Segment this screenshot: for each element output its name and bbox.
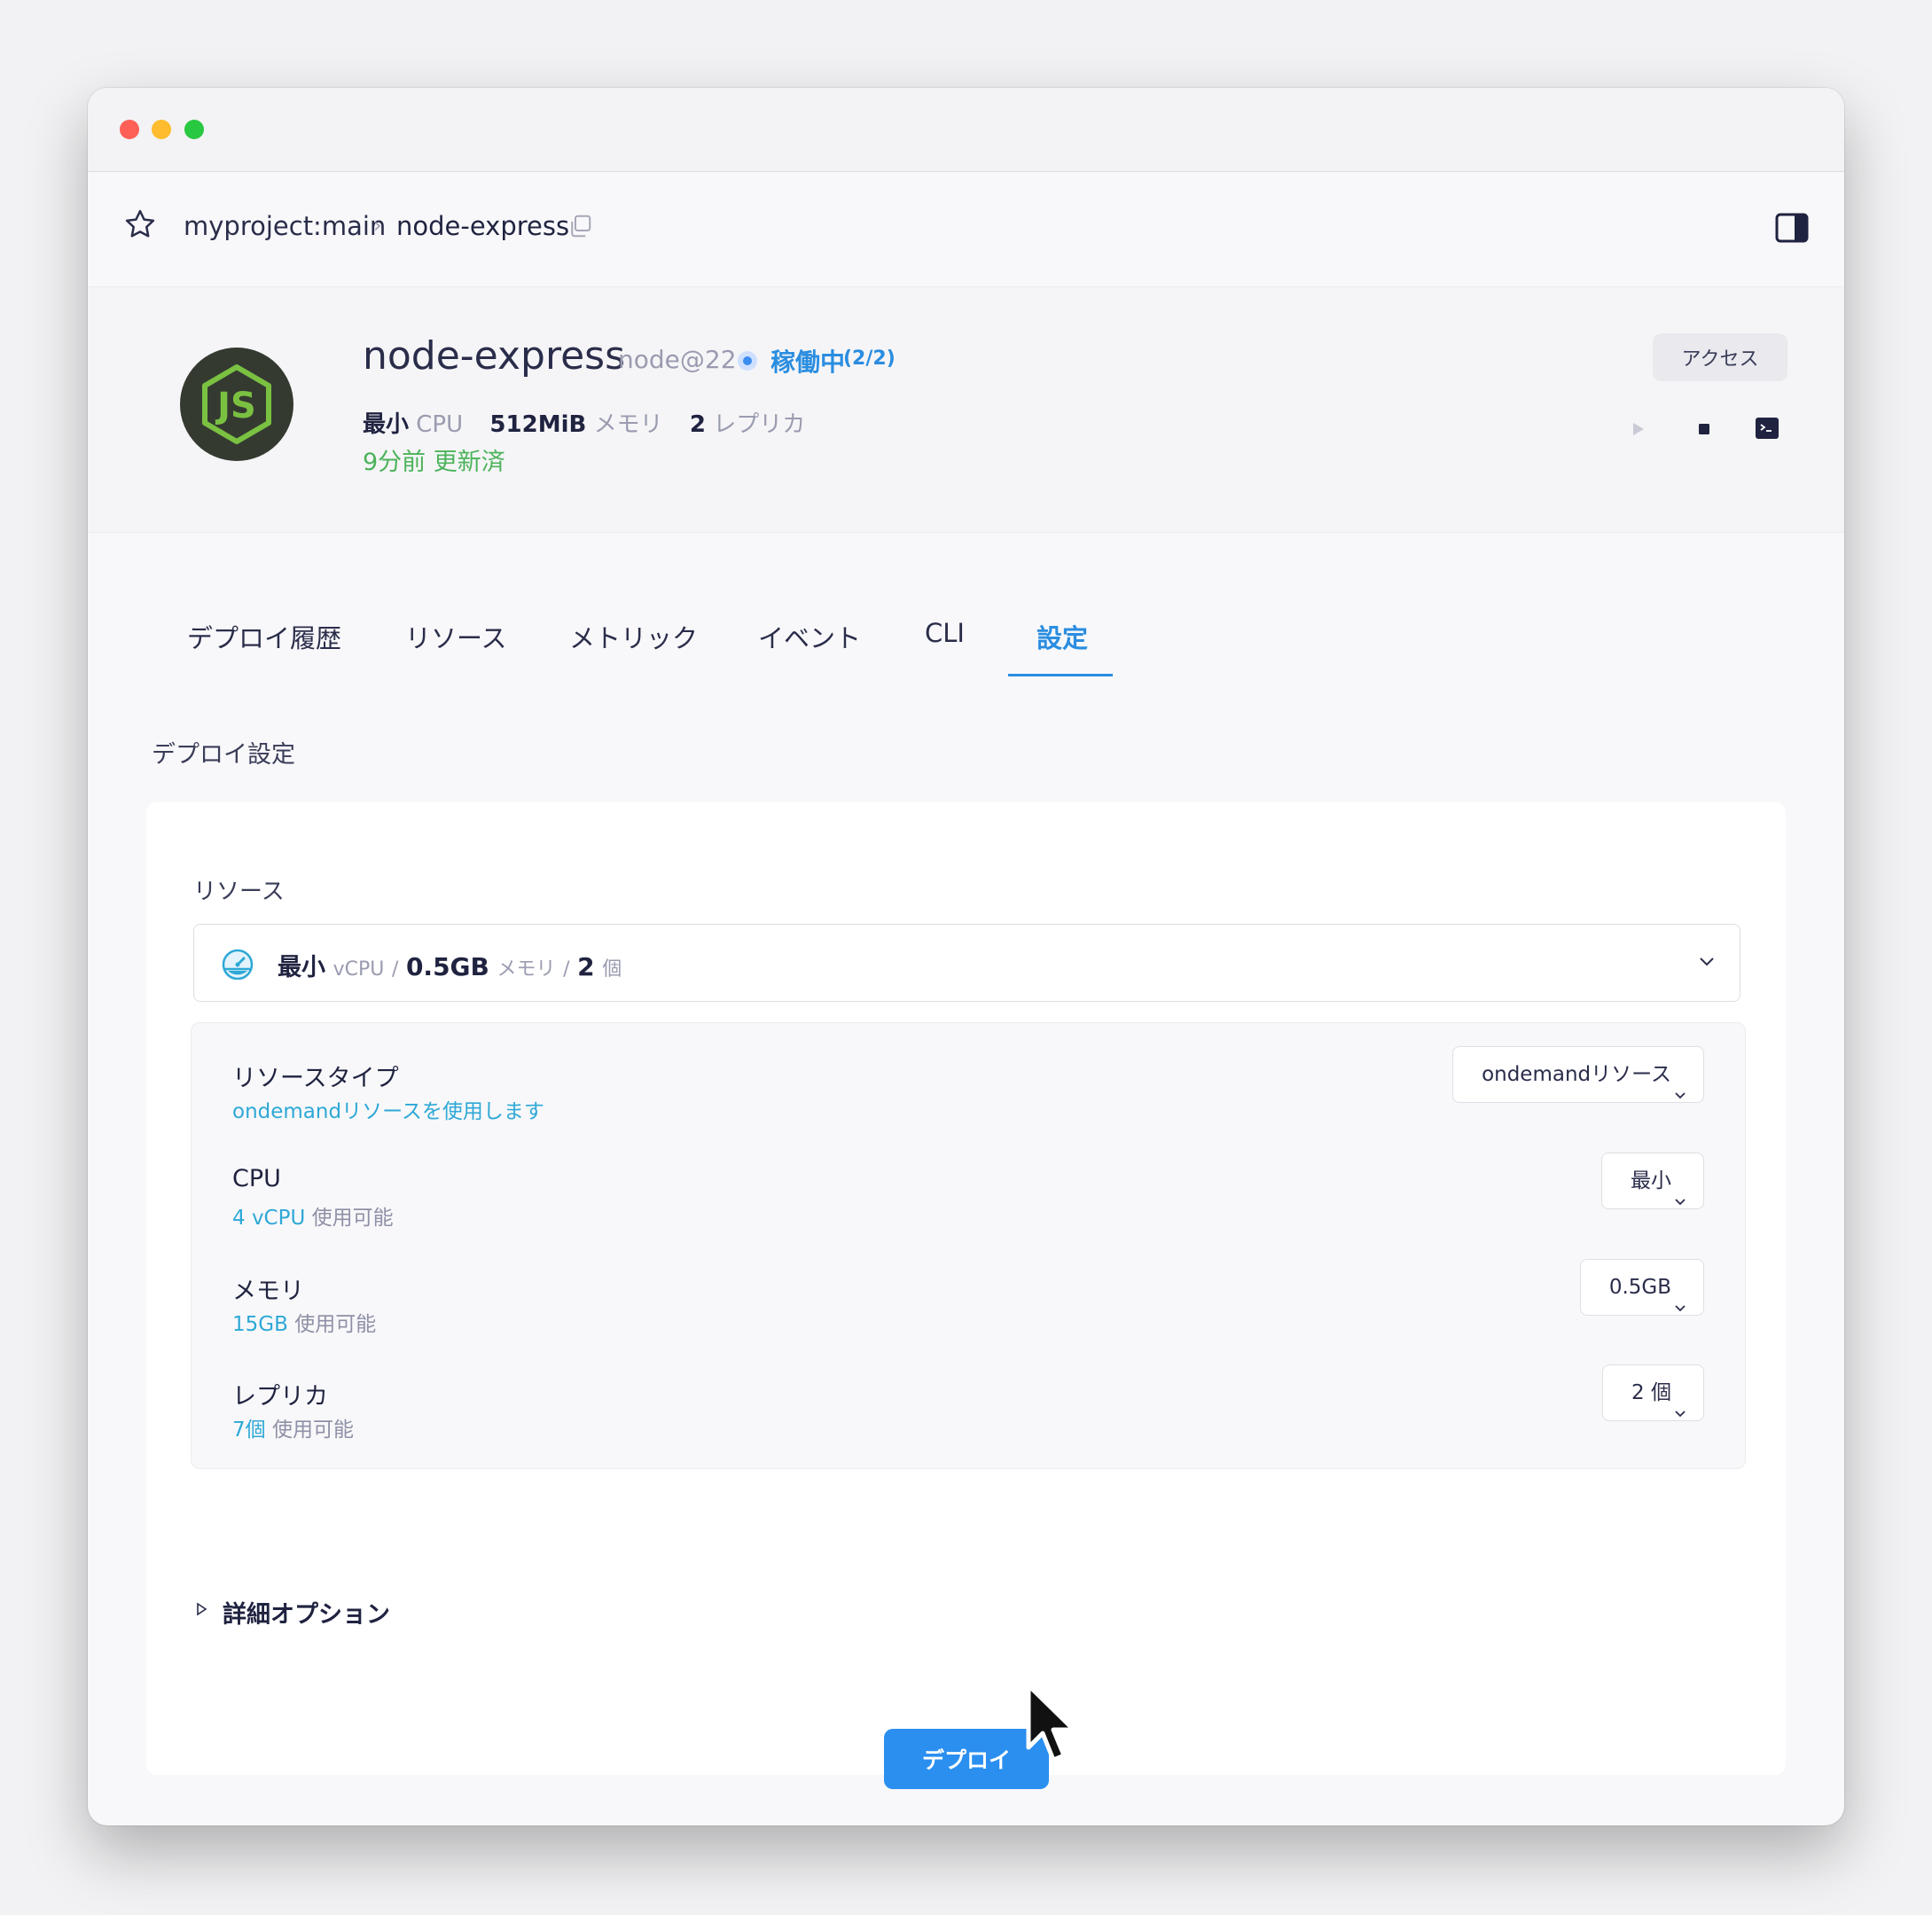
mouse-pointer-icon bbox=[1023, 1682, 1085, 1774]
maximize-window-button[interactable] bbox=[184, 120, 204, 139]
sidebar-toggle-icon[interactable] bbox=[1775, 213, 1809, 246]
spec-memory-unit: メモリ bbox=[593, 411, 663, 438]
resource-type-description: ondemandリソースを使用します bbox=[232, 1094, 544, 1124]
chevron-down-icon bbox=[1673, 1068, 1687, 1123]
replica-dropdown[interactable]: 2 個 bbox=[1602, 1364, 1704, 1421]
tab-cli[interactable]: CLI bbox=[925, 618, 965, 648]
spec-summary: 最小 CPU 512MiB メモリ 2 レプリカ bbox=[363, 406, 825, 439]
memory-row: メモリ 15GB 使用可能 0.5GB bbox=[232, 1259, 1704, 1369]
resource-type-note: ondemandリソースを使用します bbox=[232, 1100, 544, 1123]
cpu-dropdown[interactable]: 最小 bbox=[1601, 1153, 1704, 1209]
app-name: node-express bbox=[363, 333, 625, 379]
replica-row: レプリカ 7個 使用可能 2 個 bbox=[232, 1364, 1704, 1474]
chevron-down-icon bbox=[1673, 1175, 1687, 1230]
gauge-icon bbox=[221, 948, 254, 983]
memory-available-label: 使用可能 bbox=[294, 1313, 377, 1336]
cpu-available: 4 vCPU 使用可能 bbox=[232, 1200, 394, 1231]
summary-replica-value: 2 bbox=[577, 952, 595, 981]
replica-available-value: 7個 bbox=[232, 1419, 266, 1442]
memory-value: 0.5GB bbox=[1608, 1276, 1671, 1299]
breadcrumb-bar: myproject:main › node-express bbox=[88, 172, 1844, 287]
replica-available-label: 使用可能 bbox=[271, 1419, 354, 1442]
terminal-icon[interactable] bbox=[1755, 417, 1779, 443]
resource-type-dropdown[interactable]: ondemandリソース bbox=[1452, 1046, 1704, 1103]
breadcrumb-current[interactable]: node-express bbox=[396, 211, 569, 241]
status-label: 稼働中 bbox=[770, 348, 846, 377]
play-icon[interactable] bbox=[1631, 420, 1647, 442]
spec-memory-value: 512MiB bbox=[489, 411, 587, 438]
status-dot-icon bbox=[738, 351, 757, 371]
spec-cpu-value: 最小 bbox=[363, 411, 410, 438]
resource-preset-select[interactable]: 最小 vCPU / 0.5GB メモリ / 2 個 bbox=[193, 924, 1740, 1002]
cpu-available-label: 使用可能 bbox=[311, 1207, 394, 1230]
spec-replica-value: 2 bbox=[689, 411, 706, 438]
updated-time: 9分前 更新済 bbox=[363, 449, 505, 476]
spec-cpu-unit: CPU bbox=[416, 411, 464, 438]
resource-type-value: ondemandリソース bbox=[1482, 1063, 1671, 1086]
access-button[interactable]: アクセス bbox=[1653, 333, 1787, 381]
summary-memory-value: 0.5GB bbox=[405, 952, 489, 981]
tab-events[interactable]: イベント bbox=[758, 618, 861, 655]
breadcrumb-separator: › bbox=[373, 213, 382, 238]
summary-replica-unit: 個 bbox=[602, 958, 622, 981]
nodejs-logo-icon: JS bbox=[180, 348, 293, 461]
replica-title: レプリカ bbox=[232, 1383, 328, 1411]
status-count: (2/2) bbox=[843, 348, 896, 370]
advanced-options-toggle[interactable]: 詳細オプション bbox=[223, 1595, 390, 1630]
app-window: myproject:main › node-express JS node-ex… bbox=[88, 88, 1844, 1825]
memory-dropdown[interactable]: 0.5GB bbox=[1579, 1259, 1704, 1316]
close-window-button[interactable] bbox=[120, 120, 139, 139]
summary-cpu-unit: vCPU bbox=[332, 958, 385, 981]
title-bar bbox=[88, 88, 1844, 172]
memory-available: 15GB 使用可能 bbox=[232, 1307, 376, 1337]
summary-separator: / bbox=[391, 958, 399, 981]
memory-available-value: 15GB bbox=[232, 1313, 288, 1336]
chevron-down-icon bbox=[1673, 1281, 1687, 1336]
star-icon[interactable] bbox=[123, 207, 157, 245]
copy-icon[interactable] bbox=[567, 213, 593, 243]
summary-memory-unit: メモリ bbox=[497, 958, 556, 981]
replica-available: 7個 使用可能 bbox=[232, 1412, 354, 1442]
tab-settings[interactable]: 設定 bbox=[1036, 618, 1088, 655]
cpu-value: 最小 bbox=[1631, 1169, 1671, 1192]
stop-icon[interactable] bbox=[1695, 420, 1713, 442]
resource-label: リソース bbox=[193, 879, 285, 905]
logo-text: JS bbox=[215, 386, 256, 426]
chevron-down-icon bbox=[1673, 1387, 1687, 1442]
resource-summary: 最小 vCPU / 0.5GB メモリ / 2 個 bbox=[278, 948, 622, 982]
spec-replica-unit: レプリカ bbox=[713, 411, 806, 438]
disclosure-triangle-icon[interactable] bbox=[196, 1601, 208, 1621]
section-title: デプロイ設定 bbox=[152, 741, 295, 769]
cpu-available-value: 4 vCPU bbox=[232, 1207, 306, 1230]
tab-bar: デプロイ履歴 リソース メトリック イベント CLI 設定 bbox=[88, 584, 1844, 673]
deploy-settings-card: リソース 最小 vCPU / 0.5GB メモリ / 2 個 リソースタイプ o… bbox=[146, 802, 1786, 1789]
summary-cpu-value: 最小 bbox=[278, 954, 325, 981]
cpu-title: CPU bbox=[232, 1165, 281, 1192]
chevron-down-icon bbox=[1697, 951, 1717, 974]
runtime-label: node@22 bbox=[618, 345, 737, 374]
resource-type-title: リソースタイプ bbox=[232, 1065, 399, 1092]
minimize-window-button[interactable] bbox=[152, 120, 171, 139]
active-tab-indicator bbox=[1008, 674, 1113, 676]
cpu-row: CPU 4 vCPU 使用可能 最小 bbox=[232, 1153, 1704, 1262]
resource-type-row: リソースタイプ ondemandリソースを使用します ondemandリソース bbox=[232, 1046, 1704, 1156]
replica-value: 2 個 bbox=[1631, 1381, 1671, 1404]
service-header: JS node-express node@22 稼働中 (2/2) 最小 CPU… bbox=[88, 287, 1844, 533]
resource-detail-panel: リソースタイプ ondemandリソースを使用します ondemandリソース … bbox=[191, 1022, 1746, 1469]
summary-separator: / bbox=[563, 958, 570, 981]
tab-metrics[interactable]: メトリック bbox=[569, 618, 698, 655]
memory-title: メモリ bbox=[232, 1278, 304, 1305]
breadcrumb-project[interactable]: myproject:main bbox=[184, 211, 386, 241]
tab-resources[interactable]: リソース bbox=[405, 618, 507, 655]
tab-deploy-history[interactable]: デプロイ履歴 bbox=[187, 618, 341, 655]
